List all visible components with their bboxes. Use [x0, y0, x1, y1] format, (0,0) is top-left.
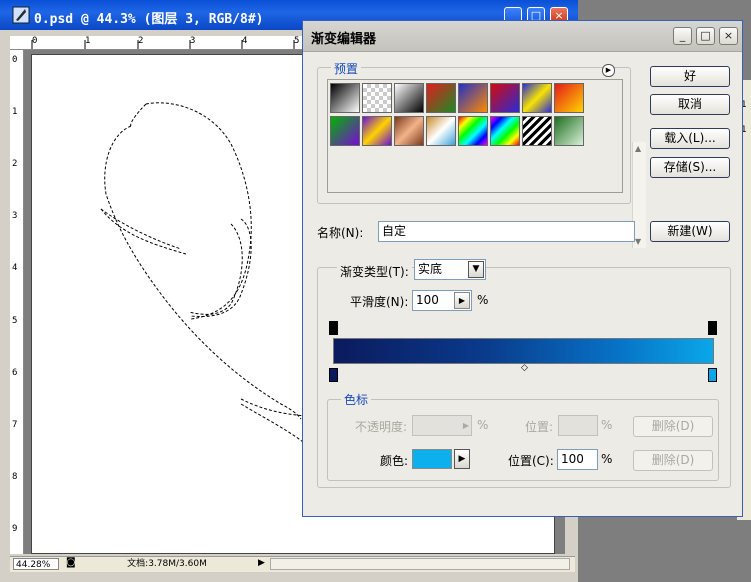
smoothness-input[interactable]: 100 ▶ — [412, 290, 472, 311]
color-position-label: 位置(C): — [508, 454, 554, 468]
minimize-icon[interactable]: _ — [673, 27, 692, 45]
status-arrow-icon[interactable]: ▶ — [258, 558, 265, 568]
ruler-number: 1 — [12, 107, 18, 117]
gradient-bar[interactable] — [333, 338, 714, 364]
color-menu-arrow-icon[interactable]: ▶ — [454, 449, 470, 469]
color-stop-right[interactable] — [708, 368, 717, 382]
ruler-number: 7 — [12, 420, 18, 430]
load-button[interactable]: 载入(L)... — [650, 128, 730, 149]
color-position-input[interactable]: 100 — [557, 449, 598, 470]
preset-swatch[interactable] — [554, 116, 584, 146]
ruler-number: 6 — [12, 368, 18, 378]
ruler-vertical: 0 1 2 3 4 5 6 7 8 9 — [10, 50, 24, 554]
opacity-position-input — [558, 415, 598, 436]
opacity-unit: % — [477, 418, 489, 432]
opacity-input: ▶ — [412, 415, 472, 436]
gradient-type-label: 渐变类型(T): — [337, 263, 412, 280]
gradient-editor-dialog: 渐变编辑器 _ □ × 预置 ▶ ▲ ▼ 好 取消 载入(L)... 存储(S)… — [302, 20, 743, 517]
opacity-stop-right[interactable] — [708, 321, 717, 335]
gradient-type-value: 实底 — [418, 262, 443, 276]
photoshop-feather-icon — [12, 6, 30, 24]
chevron-down-icon[interactable]: ▼ — [468, 261, 484, 278]
scroll-up-icon[interactable]: ▲ — [635, 144, 641, 153]
delete-color-stop-button: 删除(D) — [633, 450, 713, 471]
dialog-titlebar[interactable]: 渐变编辑器 _ □ × — [303, 21, 742, 52]
midpoint-diamond-icon[interactable]: ◇ — [521, 363, 528, 373]
ok-button[interactable]: 好 — [650, 66, 730, 87]
opacity-arrow-icon: ▶ — [462, 421, 469, 430]
preset-swatch[interactable] — [490, 83, 520, 113]
maximize-icon[interactable]: □ — [696, 27, 715, 45]
preset-swatches: ▲ ▼ — [327, 79, 646, 248]
ruler-number: 9 — [12, 524, 18, 534]
color-position-unit: % — [601, 452, 613, 466]
ruler-number: 2 — [12, 159, 18, 169]
opacity-position-label: 位置: — [525, 420, 554, 434]
preset-swatch[interactable] — [426, 83, 456, 113]
preset-swatch[interactable] — [330, 83, 360, 113]
ruler-number: 0 — [12, 55, 18, 65]
smoothness-unit: % — [477, 293, 489, 307]
cancel-button[interactable]: 取消 — [650, 94, 730, 115]
scroll-down-icon[interactable]: ▼ — [635, 237, 641, 246]
preset-swatch[interactable] — [362, 116, 392, 146]
preset-swatch[interactable] — [490, 116, 520, 146]
smoothness-arrow-icon[interactable]: ▶ — [454, 292, 470, 309]
preset-swatch[interactable] — [458, 116, 488, 146]
opacity-stop-left[interactable] — [329, 321, 338, 335]
ruler-number: 3 — [12, 211, 18, 221]
smoothness-value: 100 — [416, 293, 439, 307]
zoom-field[interactable]: 44.28% — [13, 558, 59, 570]
ruler-number: 5 — [12, 316, 18, 326]
new-button[interactable]: 新建(W) — [650, 221, 730, 242]
color-label: 颜色: — [380, 454, 409, 468]
presets-label: 预置 — [331, 60, 362, 77]
preset-swatch[interactable] — [330, 116, 360, 146]
opacity-label: 不透明度: — [355, 420, 408, 434]
smoothness-label: 平滑度(N): — [350, 295, 409, 309]
preset-swatch[interactable] — [362, 83, 392, 113]
color-stop-left[interactable] — [329, 368, 338, 382]
horizontal-scrollbar[interactable] — [270, 558, 570, 570]
color-swatch[interactable] — [412, 449, 452, 469]
close-icon[interactable]: × — [719, 27, 738, 45]
ruler-number: 8 — [12, 472, 18, 482]
name-label: 名称(N): — [317, 226, 364, 240]
preset-swatch[interactable] — [426, 116, 456, 146]
presets-menu-icon[interactable]: ▶ — [602, 64, 615, 77]
save-button[interactable]: 存储(S)... — [650, 157, 730, 178]
preset-swatch[interactable] — [522, 116, 552, 146]
preset-swatch[interactable] — [458, 83, 488, 113]
ruler-number: 4 — [12, 263, 18, 273]
dialog-title: 渐变编辑器 — [311, 32, 377, 47]
stops-label: 色标 — [341, 391, 372, 408]
status-menu-icon[interactable]: ◙ — [66, 557, 76, 568]
status-bar: 44.28% ◙ 文档:3.78M/3.60M ▶ — [10, 556, 575, 572]
preset-swatch[interactable] — [394, 83, 424, 113]
gradient-type-select[interactable]: 实底 ▼ — [414, 259, 486, 280]
document-title: 0.psd @ 44.3% (图层 3, RGB/8#) — [34, 12, 264, 27]
opacity-position-unit: % — [601, 418, 613, 432]
name-input[interactable]: 自定 — [378, 221, 635, 242]
delete-opacity-stop-button: 删除(D) — [633, 416, 713, 437]
document-info: 文档:3.78M/3.60M — [127, 559, 207, 569]
preset-swatch[interactable] — [394, 116, 424, 146]
preset-swatch[interactable] — [554, 83, 584, 113]
preset-swatch[interactable] — [522, 83, 552, 113]
